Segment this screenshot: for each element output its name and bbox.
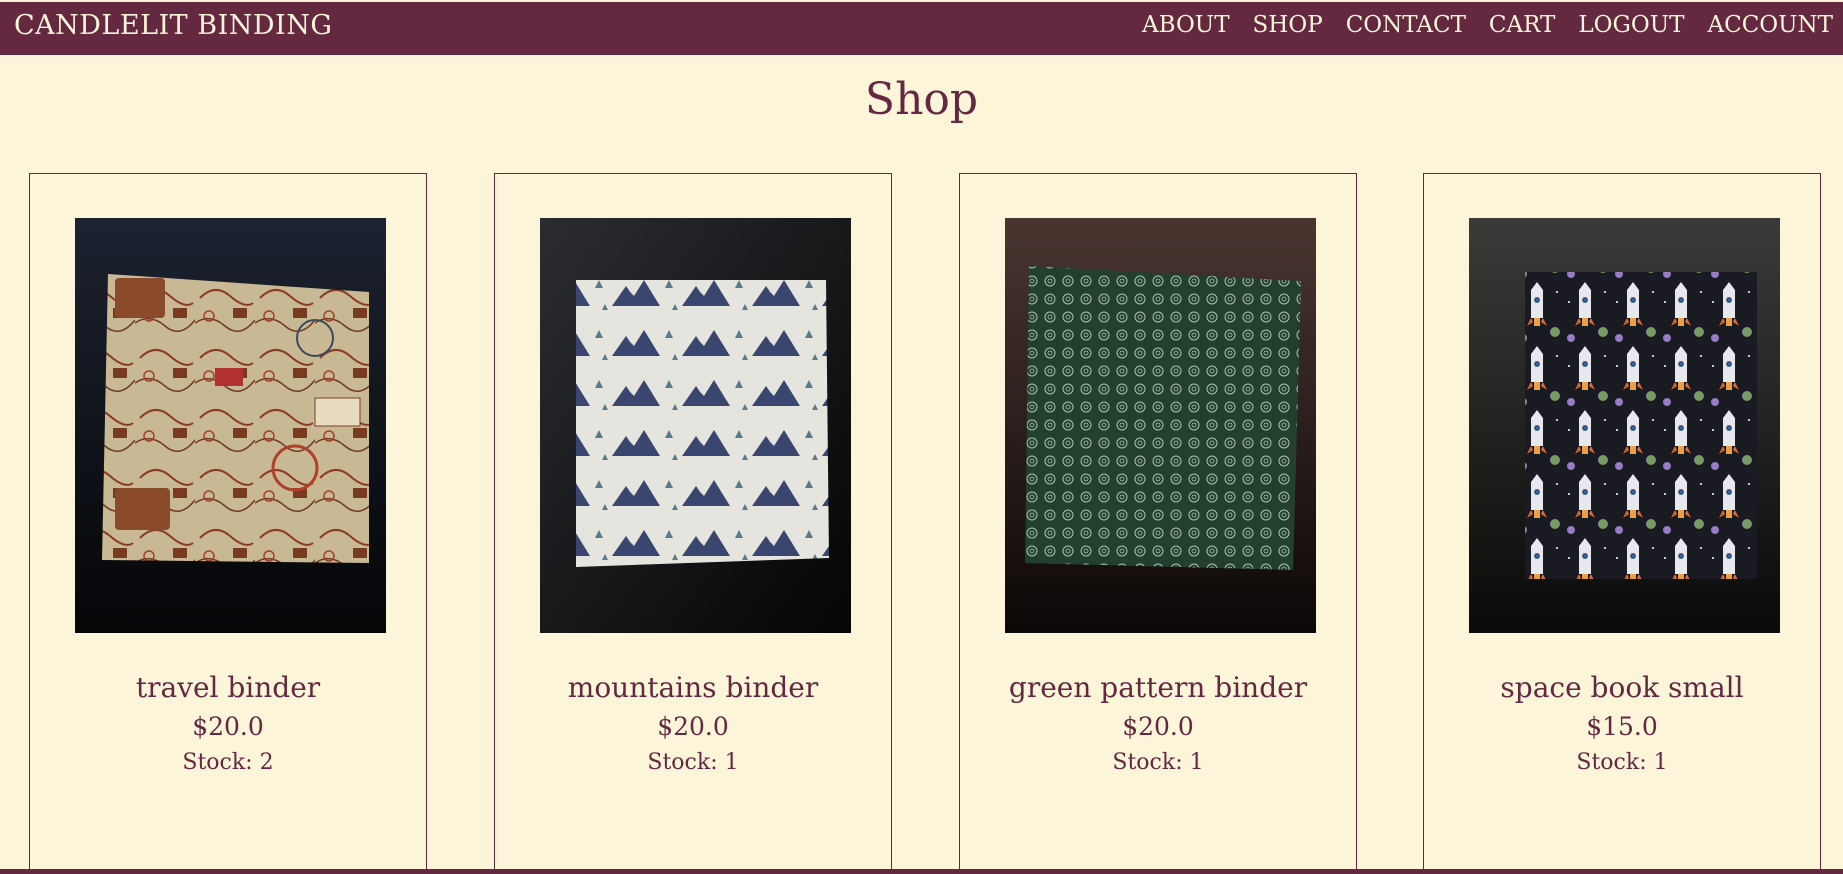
mountains-fabric-image	[540, 218, 851, 633]
product-name[interactable]: travel binder	[30, 671, 426, 704]
nav-link-about[interactable]: ABOUT	[1142, 12, 1230, 38]
rocket-space-fabric-image	[1469, 218, 1780, 633]
nav-links: ABOUT SHOP CONTACT CART LOGOUT ACCOUNT	[1119, 12, 1843, 38]
top-navbar: CANDLELIT BINDING ABOUT SHOP CONTACT CAR…	[0, 2, 1843, 55]
product-image-space-book-small[interactable]	[1469, 218, 1780, 633]
product-price: $15.0	[1586, 712, 1658, 741]
product-card-travel-binder[interactable]: travel binder $20.0 Stock: 2	[29, 173, 427, 874]
nav-link-contact[interactable]: CONTACT	[1346, 12, 1466, 38]
product-name[interactable]: mountains binder	[495, 671, 891, 704]
product-stock: Stock: 2	[182, 750, 274, 775]
page-title: Shop	[864, 74, 979, 125]
product-name[interactable]: green pattern binder	[960, 671, 1356, 704]
product-image-mountains-binder[interactable]	[540, 218, 851, 633]
product-card-green-pattern-binder[interactable]: green pattern binder $20.0 Stock: 1	[959, 173, 1357, 874]
product-price: $20.0	[192, 712, 264, 741]
product-card-space-book-small[interactable]: space book small $15.0 Stock: 1	[1423, 173, 1821, 874]
product-stock: Stock: 1	[1576, 750, 1668, 775]
footer-bar	[0, 869, 1843, 874]
product-card-mountains-binder[interactable]: mountains binder $20.0 Stock: 1	[494, 173, 892, 874]
nav-link-logout[interactable]: LOGOUT	[1578, 12, 1684, 38]
product-image-green-pattern-binder[interactable]	[1005, 218, 1316, 633]
green-swirl-fabric-image	[1005, 218, 1316, 633]
product-image-travel-binder[interactable]	[75, 218, 386, 633]
nav-link-account[interactable]: ACCOUNT	[1707, 12, 1833, 38]
nav-link-cart[interactable]: CART	[1489, 12, 1555, 38]
product-stock: Stock: 1	[647, 750, 739, 775]
product-name[interactable]: space book small	[1424, 671, 1820, 704]
nav-link-shop[interactable]: SHOP	[1253, 12, 1323, 38]
product-price: $20.0	[1122, 712, 1194, 741]
brand-logo[interactable]: CANDLELIT BINDING	[14, 10, 332, 41]
product-price: $20.0	[657, 712, 729, 741]
travel-map-fabric-image	[75, 218, 386, 633]
product-stock: Stock: 1	[1112, 750, 1204, 775]
